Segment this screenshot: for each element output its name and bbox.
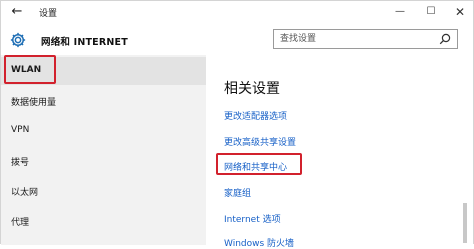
sidebar-item-label: VPN xyxy=(11,125,30,135)
sidebar-item-vpn[interactable]: VPN xyxy=(1,117,206,145)
sidebar-item-label: 以太网 xyxy=(11,188,39,198)
title-bar: ← 设置 — ☐ ✕ xyxy=(1,1,473,25)
sidebar-item-label: 代理 xyxy=(11,218,30,228)
minimize-button[interactable]: — xyxy=(389,4,411,20)
search-input[interactable] xyxy=(280,32,430,46)
main-panel: 相关设置 更改适配器选项 更改高级共享设置 网络和共享中心 家庭组 Intern… xyxy=(206,55,473,249)
network-center-annotation-box xyxy=(216,153,302,175)
link-internet-options[interactable]: Internet 选项 xyxy=(224,212,281,225)
search-icon[interactable] xyxy=(439,33,451,45)
link-windows-firewall[interactable]: Windows 防火墙 xyxy=(224,236,294,249)
related-settings-heading: 相关设置 xyxy=(224,81,280,97)
search-box[interactable] xyxy=(273,29,458,49)
sidebar-item-label: 数据使用量 xyxy=(11,98,57,108)
link-advanced-sharing[interactable]: 更改高级共享设置 xyxy=(224,135,296,148)
sidebar-item-label: 拨号 xyxy=(11,158,30,168)
link-homegroup[interactable]: 家庭组 xyxy=(224,186,251,199)
wlan-annotation-box xyxy=(4,55,56,84)
maximize-button[interactable]: ☐ xyxy=(420,4,442,20)
gear-icon xyxy=(10,32,26,48)
sidebar-item-dial-up[interactable]: 拨号 xyxy=(1,147,206,175)
sidebar-item-proxy[interactable]: 代理 xyxy=(1,207,206,235)
section-title: 网络和 INTERNET xyxy=(41,37,128,48)
link-adapter-options[interactable]: 更改适配器选项 xyxy=(224,109,287,122)
back-arrow-icon[interactable]: ← xyxy=(9,4,25,20)
sidebar-item-data-usage[interactable]: 数据使用量 xyxy=(1,87,206,115)
scrollbar[interactable] xyxy=(463,203,467,243)
settings-window: ← 设置 — ☐ ✕ 网络和 INTERNET WLAN 数据使用量 VPN xyxy=(0,0,474,249)
window-title: 设置 xyxy=(39,9,58,19)
close-button[interactable]: ✕ xyxy=(449,4,471,20)
sidebar-item-ethernet[interactable]: 以太网 xyxy=(1,177,206,205)
